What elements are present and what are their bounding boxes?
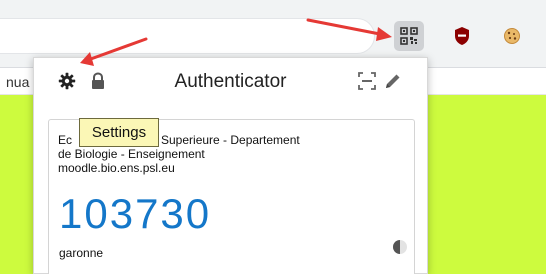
scan-qr-icon <box>358 72 376 90</box>
account-name: garonne <box>59 246 104 260</box>
page-nav-text[interactable]: nua <box>6 74 29 90</box>
issuer-host: moodle.bio.ens.psl.eu <box>58 161 175 175</box>
shield-icon <box>455 27 469 45</box>
cookie-extension-button[interactable] <box>497 21 527 51</box>
issuer-line: de Biologie - Enseignement <box>58 147 205 161</box>
issuer-line-rest: Superieure - Departement <box>161 133 300 147</box>
authenticator-popup: Authenticator Ec Superieure - Departemen… <box>33 57 428 274</box>
cookie-icon <box>504 28 520 44</box>
popup-header: Authenticator <box>34 58 427 104</box>
qr-code-icon <box>400 27 418 45</box>
pencil-icon <box>386 74 400 88</box>
authenticator-extension-button[interactable] <box>394 21 424 51</box>
ublock-extension-button[interactable] <box>447 21 477 51</box>
timer-pie-icon <box>393 240 407 254</box>
scan-qr-button[interactable] <box>356 70 378 92</box>
issuer-line-fragment: Ec <box>58 133 73 147</box>
address-bar[interactable] <box>0 18 375 54</box>
edit-button[interactable] <box>382 70 404 92</box>
settings-tooltip: Settings <box>79 118 159 147</box>
otp-code[interactable]: 103730 <box>59 190 211 238</box>
